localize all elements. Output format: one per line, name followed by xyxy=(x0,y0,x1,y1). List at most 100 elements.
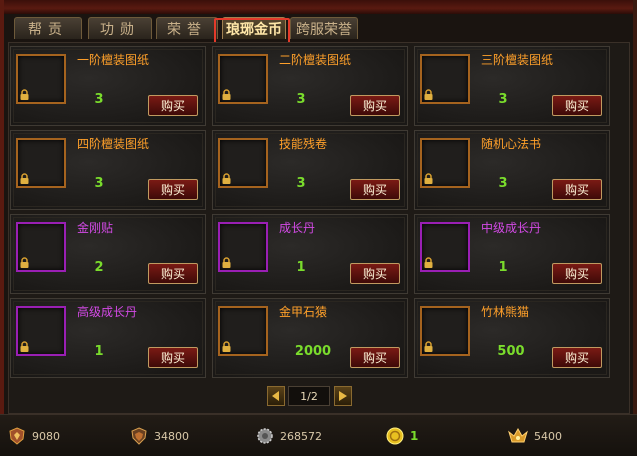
item-price: 3 xyxy=(94,176,104,191)
item-name: 二阶檀装图纸 xyxy=(279,53,352,67)
shop-item-card: 金刚贴 2 购买 xyxy=(10,214,206,294)
shop-item-card: 二阶檀装图纸 3 购买 xyxy=(212,46,408,126)
item-price: 3 xyxy=(296,176,306,191)
lock-icon xyxy=(222,341,231,352)
cross-server-honor-icon xyxy=(508,427,528,443)
item-slot[interactable] xyxy=(218,54,268,104)
item-name: 中级成长丹 xyxy=(481,221,542,235)
item-slot[interactable] xyxy=(420,138,470,188)
shop-item-card: 竹林熊猫 500 购买 xyxy=(414,298,610,378)
item-slot[interactable] xyxy=(218,222,268,272)
buy-button[interactable]: 购买 xyxy=(552,95,602,116)
lock-icon xyxy=(424,89,433,100)
item-name: 一阶檀装图纸 xyxy=(77,53,150,67)
lock-icon xyxy=(424,341,433,352)
item-name: 金刚贴 xyxy=(77,221,114,235)
shop-item-card: 成长丹 1 购买 xyxy=(212,214,408,294)
buy-button[interactable]: 购买 xyxy=(148,347,198,368)
buy-button[interactable]: 购买 xyxy=(350,95,400,116)
currency-langya-gold: 1 xyxy=(386,425,418,447)
next-page-button[interactable] xyxy=(334,386,352,406)
item-name: 四阶檀装图纸 xyxy=(77,137,150,151)
tab-honor[interactable]: 荣誉 xyxy=(156,17,218,39)
currency-value: 268572 xyxy=(280,429,322,443)
item-slot[interactable] xyxy=(420,306,470,356)
buy-button[interactable]: 购买 xyxy=(552,263,602,284)
buy-button[interactable]: 购买 xyxy=(552,179,602,200)
item-price: 1 xyxy=(94,344,104,359)
currency-guild-contribution: 9080 xyxy=(8,425,60,447)
item-slot[interactable] xyxy=(218,306,268,356)
shop-item-card: 金甲石猿 2000 购买 xyxy=(212,298,408,378)
currency-value: 34800 xyxy=(154,429,189,443)
merit-shield-icon xyxy=(131,427,147,445)
arrow-left-icon xyxy=(272,391,279,401)
item-name: 随机心法书 xyxy=(481,137,542,151)
tab-langya-gold[interactable]: 琅琊金币 xyxy=(222,17,286,39)
buy-button[interactable]: 购买 xyxy=(552,347,602,368)
honor-gear-icon xyxy=(257,428,273,444)
shop-tabs: 帮贡 功勋 荣誉 琅琊金币 跨服荣誉 xyxy=(0,14,637,58)
shop-item-card: 一阶檀装图纸 3 购买 xyxy=(10,46,206,126)
tab-guild-contribution[interactable]: 帮贡 xyxy=(14,17,82,39)
item-price: 500 xyxy=(497,344,525,359)
shop-item-card: 高级成长丹 1 购买 xyxy=(10,298,206,378)
shop-item-card: 四阶檀装图纸 3 购买 xyxy=(10,130,206,210)
item-price: 3 xyxy=(498,92,508,107)
lock-icon xyxy=(20,173,29,184)
lock-icon xyxy=(20,89,29,100)
currency-value: 9080 xyxy=(32,429,60,443)
lock-icon xyxy=(222,257,231,268)
item-slot[interactable] xyxy=(420,54,470,104)
currency-honor: 268572 xyxy=(256,425,322,447)
guild-contribution-icon xyxy=(9,427,25,445)
item-name: 竹林熊猫 xyxy=(481,305,530,319)
currency-cross-server-honor: 5400 xyxy=(508,425,562,447)
buy-button[interactable]: 购买 xyxy=(148,179,198,200)
lock-icon xyxy=(222,89,231,100)
item-slot[interactable] xyxy=(16,138,66,188)
lock-icon xyxy=(222,173,231,184)
item-name: 技能残卷 xyxy=(279,137,328,151)
item-price: 3 xyxy=(94,92,104,107)
currency-value: 1 xyxy=(410,429,419,443)
item-price: 2 xyxy=(94,260,104,275)
item-slot[interactable] xyxy=(16,306,66,356)
item-name: 高级成长丹 xyxy=(77,305,138,319)
lock-icon xyxy=(20,341,29,352)
tab-merit[interactable]: 功勋 xyxy=(88,17,152,39)
pagination: 1/2 xyxy=(0,386,637,408)
shop-item-card: 三阶檀装图纸 3 购买 xyxy=(414,46,610,126)
lock-icon xyxy=(424,173,433,184)
buy-button[interactable]: 购买 xyxy=(350,263,400,284)
shop-item-card: 中级成长丹 1 购买 xyxy=(414,214,610,294)
item-price: 3 xyxy=(296,92,306,107)
buy-button[interactable]: 购买 xyxy=(148,95,198,116)
item-name: 三阶檀装图纸 xyxy=(481,53,554,67)
lock-icon xyxy=(424,257,433,268)
window-top-frame xyxy=(0,0,637,14)
item-price: 1 xyxy=(498,260,508,275)
langya-gold-coin-icon xyxy=(386,427,404,445)
buy-button[interactable]: 购买 xyxy=(148,263,198,284)
prev-page-button[interactable] xyxy=(267,386,285,406)
lock-icon xyxy=(20,257,29,268)
item-slot[interactable] xyxy=(16,54,66,104)
item-price: 2000 xyxy=(294,344,332,359)
item-slot[interactable] xyxy=(218,138,268,188)
shop-item-card: 随机心法书 3 购买 xyxy=(414,130,610,210)
tab-cross-server-honor[interactable]: 跨服荣誉 xyxy=(290,17,358,39)
item-slot[interactable] xyxy=(16,222,66,272)
currency-value: 5400 xyxy=(534,429,562,443)
currency-bar: 9080 34800 268572 1 5400 xyxy=(0,414,637,456)
currency-merit: 34800 xyxy=(130,425,189,447)
shop-item-card: 技能残卷 3 购买 xyxy=(212,130,408,210)
buy-button[interactable]: 购买 xyxy=(350,347,400,368)
item-slot[interactable] xyxy=(420,222,470,272)
page-indicator: 1/2 xyxy=(288,386,330,406)
arrow-right-icon xyxy=(339,391,347,401)
buy-button[interactable]: 购买 xyxy=(350,179,400,200)
item-price: 1 xyxy=(296,260,306,275)
item-price: 3 xyxy=(498,176,508,191)
item-name: 成长丹 xyxy=(279,221,316,235)
